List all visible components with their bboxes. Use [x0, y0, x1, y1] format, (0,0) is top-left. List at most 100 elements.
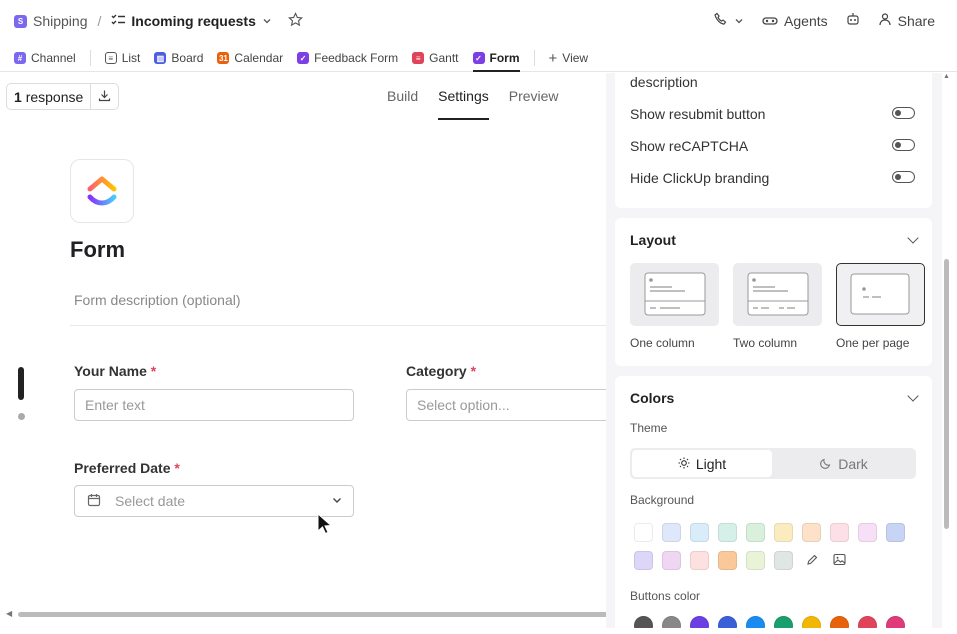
board-icon: ▥: [154, 52, 167, 64]
background-label: Background: [630, 493, 695, 507]
tab-board[interactable]: ▥ Board: [154, 47, 203, 69]
tab-label: Channel: [31, 51, 76, 65]
share-icon: [878, 12, 892, 29]
tab-list[interactable]: ≡ List: [104, 47, 140, 69]
calendar-icon: [87, 493, 101, 510]
date-placeholder: Select date: [115, 493, 186, 509]
background-swatch[interactable]: [690, 551, 709, 570]
theme-dark-button[interactable]: Dark: [774, 450, 914, 477]
button-color-swatch[interactable]: [858, 616, 877, 628]
background-swatch[interactable]: [774, 523, 793, 542]
vertical-scrollbar[interactable]: ▲: [942, 73, 957, 628]
layout-option-label: One per page: [836, 336, 910, 350]
responses-control: 1 response: [6, 83, 120, 110]
button-color-swatch[interactable]: [634, 616, 653, 628]
chevron-down-icon[interactable]: [907, 390, 919, 402]
chevron-down-icon: [734, 13, 744, 29]
tab-channel[interactable]: # Channel: [14, 47, 76, 69]
divider: [70, 325, 606, 326]
breadcrumb-workspace[interactable]: Shipping: [33, 13, 88, 29]
list-icon: ≡: [104, 52, 117, 64]
star-icon[interactable]: [287, 12, 303, 30]
background-swatch[interactable]: [634, 551, 653, 570]
phone-icon: [714, 12, 728, 29]
page-indicator-dot[interactable]: [18, 413, 25, 420]
button-color-swatch[interactable]: [802, 616, 821, 628]
name-input[interactable]: Enter text: [74, 389, 354, 421]
tab-preview[interactable]: Preview: [509, 88, 559, 120]
layout-one-column[interactable]: [630, 263, 719, 326]
button-color-swatch[interactable]: [718, 616, 737, 628]
image-background-button[interactable]: [830, 551, 849, 570]
layout-two-column[interactable]: [733, 263, 822, 326]
scroll-up-icon[interactable]: ▲: [943, 73, 950, 80]
tab-settings[interactable]: Settings: [438, 88, 489, 120]
download-button[interactable]: [91, 84, 118, 109]
background-swatch[interactable]: [662, 523, 681, 542]
add-view-button[interactable]: + View: [549, 47, 589, 69]
tab-build[interactable]: Build: [387, 88, 418, 120]
tab-feedback-form[interactable]: ✓ Feedback Form: [297, 47, 398, 69]
page-indicator-active[interactable]: [18, 367, 24, 400]
chevron-down-icon[interactable]: [262, 13, 272, 29]
scroll-left-icon[interactable]: ◀: [6, 609, 12, 618]
category-select[interactable]: Select option...: [406, 389, 606, 421]
background-swatch[interactable]: [662, 551, 681, 570]
settings-panel: description Show resubmit button Show re…: [606, 73, 942, 628]
background-swatch[interactable]: [746, 523, 765, 542]
agents-button[interactable]: Agents: [762, 13, 828, 29]
background-swatch[interactable]: [774, 551, 793, 570]
description-option-label: description: [630, 74, 698, 90]
robot-icon[interactable]: [846, 12, 860, 29]
background-swatch[interactable]: [886, 523, 905, 542]
branding-toggle[interactable]: [892, 171, 915, 183]
list-title[interactable]: Incoming requests: [131, 13, 255, 29]
category-field-label: Category *: [406, 363, 477, 379]
background-swatch[interactable]: [802, 523, 821, 542]
call-button[interactable]: [714, 12, 744, 29]
date-field-label: Preferred Date *: [74, 460, 180, 476]
button-color-swatch[interactable]: [746, 616, 765, 628]
tab-calendar[interactable]: 31 Calendar: [217, 47, 283, 69]
layout-one-per-page[interactable]: [836, 263, 925, 326]
form-icon: ✓: [297, 52, 310, 64]
resubmit-option-label: Show resubmit button: [630, 106, 766, 122]
agents-label: Agents: [784, 12, 828, 29]
background-swatch[interactable]: [746, 551, 765, 570]
resubmit-toggle[interactable]: [892, 107, 915, 119]
background-swatch[interactable]: [634, 523, 653, 542]
gantt-icon: ≡: [412, 52, 425, 64]
background-swatch[interactable]: [690, 523, 709, 542]
background-swatch[interactable]: [718, 551, 737, 570]
tab-form[interactable]: ✓ Form: [472, 47, 520, 72]
button-color-swatch[interactable]: [886, 616, 905, 628]
theme-light-button[interactable]: Light: [632, 450, 772, 477]
sun-icon: [678, 456, 690, 472]
form-canvas: 1 response Build Settings Preview Form F…: [0, 73, 606, 628]
two-column-layout-icon: [747, 272, 809, 316]
options-card: description Show resubmit button Show re…: [615, 73, 932, 208]
background-swatch[interactable]: [718, 523, 737, 542]
button-color-swatch[interactable]: [690, 616, 709, 628]
responses-button[interactable]: 1 response: [7, 84, 92, 109]
scrollbar-thumb[interactable]: [944, 259, 949, 529]
recaptcha-toggle[interactable]: [892, 139, 915, 151]
share-button[interactable]: Share: [878, 12, 935, 29]
date-picker[interactable]: Select date: [74, 485, 354, 517]
theme-label: Theme: [630, 421, 668, 435]
scrollbar-thumb[interactable]: [18, 612, 606, 617]
background-swatch[interactable]: [858, 523, 877, 542]
one-per-page-layout-icon: [850, 273, 910, 315]
button-color-swatch[interactable]: [830, 616, 849, 628]
button-color-swatch[interactable]: [662, 616, 681, 628]
form-logo[interactable]: [70, 159, 134, 223]
chevron-down-icon[interactable]: [907, 232, 919, 244]
background-swatch[interactable]: [830, 523, 849, 542]
topbar-actions: Agents Share: [714, 12, 935, 29]
custom-color-button[interactable]: [802, 551, 821, 570]
form-description-input[interactable]: Form description (optional): [74, 292, 241, 308]
horizontal-scrollbar[interactable]: ◀: [6, 609, 606, 619]
form-title[interactable]: Form: [70, 237, 125, 263]
button-color-swatch[interactable]: [774, 616, 793, 628]
tab-gantt[interactable]: ≡ Gantt: [412, 47, 459, 69]
